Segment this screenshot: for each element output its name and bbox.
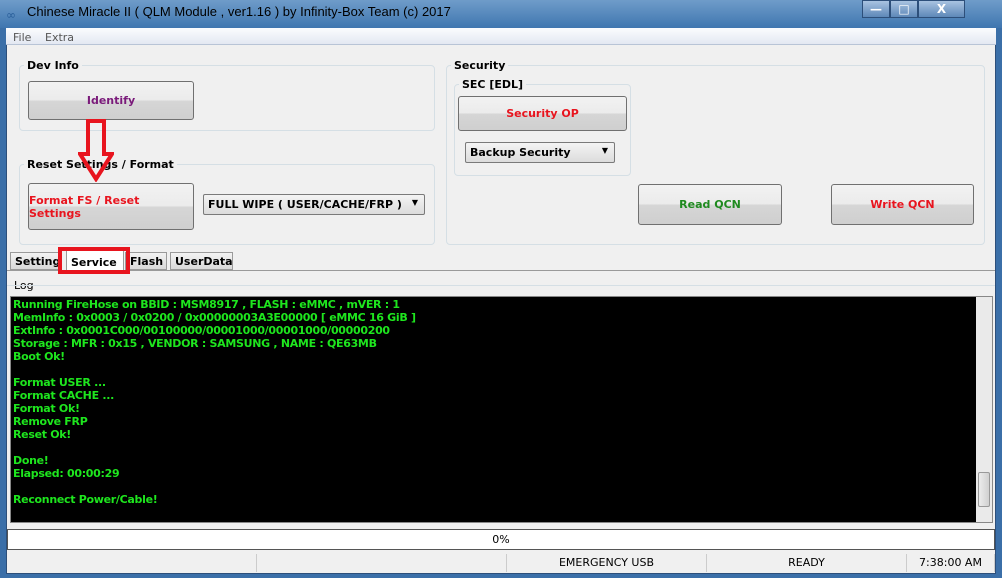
window-title: Chinese Miracle II ( QLM Module , ver1.1… [27,4,451,19]
menu-extra[interactable]: Extra [45,31,74,44]
log-line: Elapsed: 00:00:29 [13,467,120,480]
maximize-button[interactable]: □ [890,0,918,18]
close-button[interactable]: X [918,0,965,18]
security-op-button[interactable]: Security OP [458,96,627,131]
backup-security-value: Backup Security [470,146,571,159]
log-line: Boot Ok! [13,350,65,363]
log-line: Format CACHE ... [13,389,114,402]
chevron-down-icon: ▼ [411,198,418,207]
annotation-arrow-icon [78,119,114,182]
status-cell-1 [7,554,257,572]
write-qcn-button[interactable]: Write QCN [831,184,974,225]
status-time: 7:38:00 AM [907,554,995,572]
log-line: ExtInfo : 0x0001C000/00100000/00001000/0… [13,324,390,337]
annotation-highlight-box [58,247,130,274]
minimize-button[interactable]: — [862,0,890,18]
security-label: Security [451,59,509,72]
log-line: MemInfo : 0x0003 / 0x0200 / 0x00000003A3… [13,311,416,324]
tab-userdata[interactable]: UserData [170,252,233,270]
log-line: Reset Ok! [13,428,72,441]
wipe-mode-select[interactable]: FULL WIPE ( USER/CACHE/FRP ) ▼ [203,194,425,215]
log-scrollbar-thumb[interactable] [978,472,990,507]
log-line: Storage : MFR : 0x15 , VENDOR : SAMSUNG … [13,337,377,350]
log-line: Format USER ... [13,376,106,389]
log-line: Reconnect Power/Cable! [13,493,158,506]
identify-button[interactable]: Identify [28,81,194,120]
log-divider [7,285,995,286]
progress-bar: 0% [7,529,995,550]
log-line: Format Ok! [13,402,80,415]
tab-flash[interactable]: Flash [125,252,167,270]
app-logo-icon: ∞ [6,8,16,22]
log-line: Remove FRP [13,415,88,428]
menu-file[interactable]: File [13,31,31,44]
log-line: Done! [13,454,49,467]
wipe-mode-value: FULL WIPE ( USER/CACHE/FRP ) [208,198,402,211]
format-fs-button[interactable]: Format FS / Reset Settings [28,183,194,230]
menu-bar [6,28,996,45]
chevron-down-icon: ▼ [601,146,608,155]
dev-info-label: Dev Info [24,59,82,72]
read-qcn-button[interactable]: Read QCN [638,184,782,225]
backup-security-select[interactable]: Backup Security ▼ [465,142,615,163]
log-line: Running FireHose on BBID : MSM8917 , FLA… [13,298,400,311]
tab-strip-line [7,270,995,271]
tab-settings[interactable]: Settings [10,252,62,270]
status-state: READY [707,554,907,572]
status-connection: EMERGENCY USB [507,554,707,572]
sec-edl-label: SEC [EDL] [459,78,527,91]
status-cell-2 [257,554,507,572]
log-output[interactable]: Running FireHose on BBID : MSM8917 , FLA… [10,296,993,523]
progress-text: 0% [492,533,510,546]
